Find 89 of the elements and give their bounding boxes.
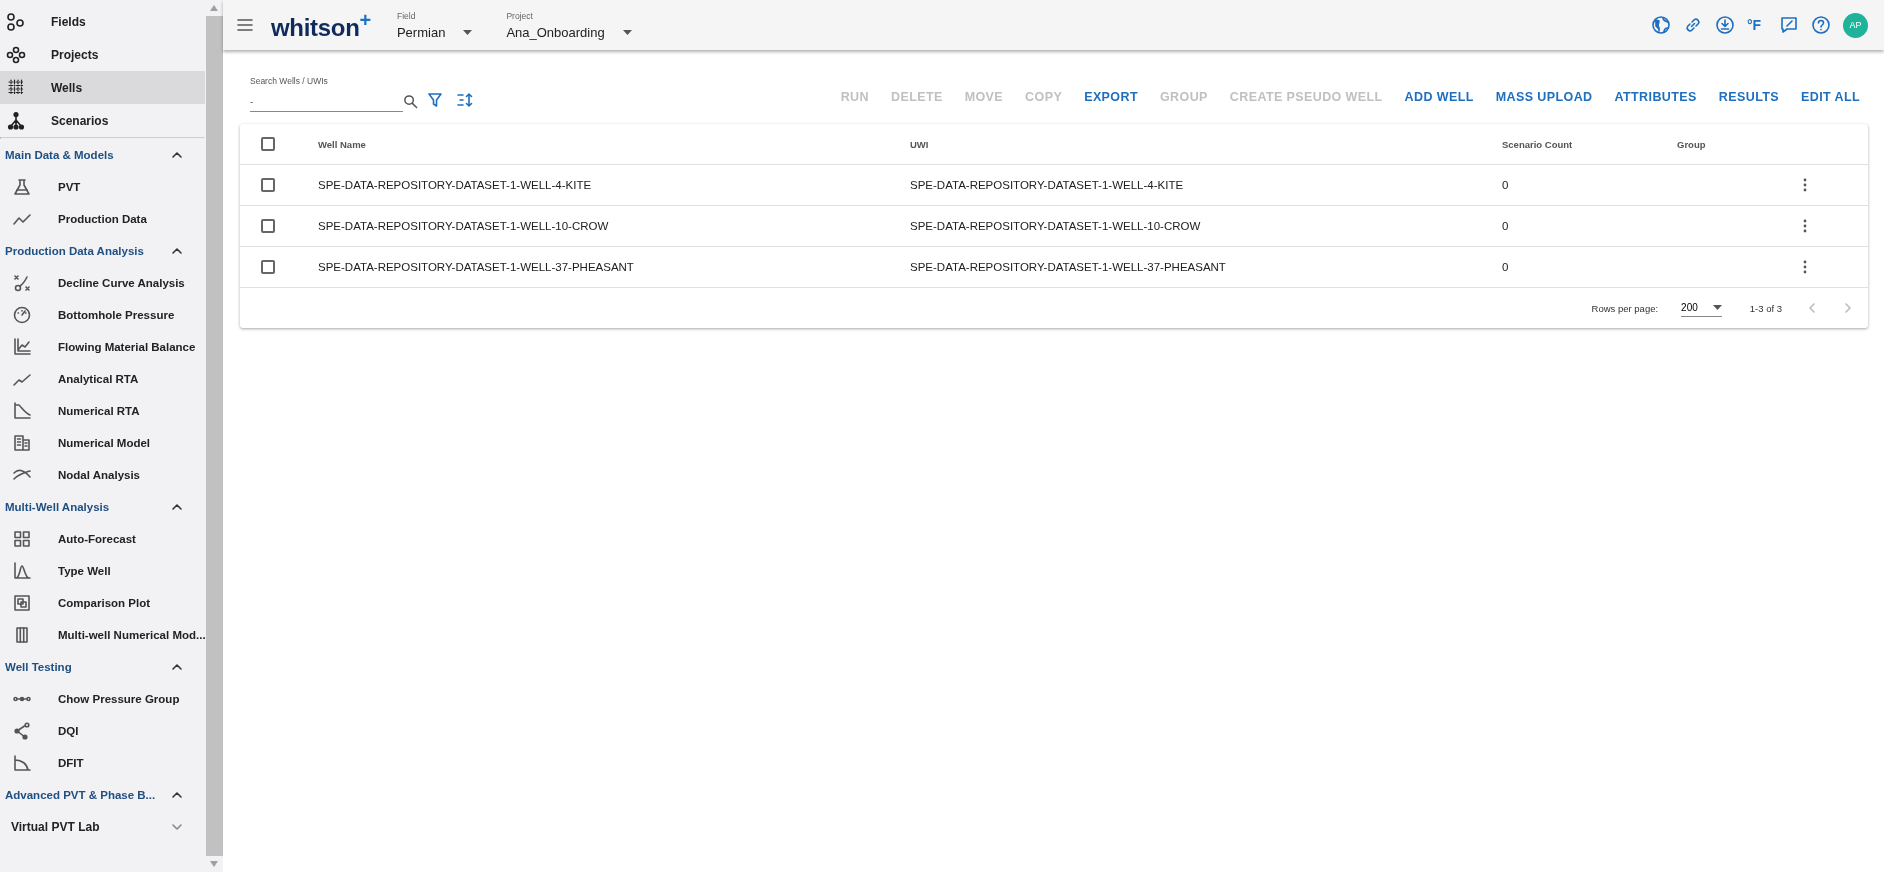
checkbox[interactable] (261, 219, 275, 233)
sidebar-item[interactable]: Comparison Plot (0, 587, 205, 619)
logo: whitson$^{+}$ (271, 8, 371, 42)
sidebar-item[interactable]: Projects (0, 38, 205, 71)
page-range: 1-3 of 3 (1749, 302, 1782, 314)
sidebar-section-header[interactable]: Well Testing (0, 651, 205, 683)
sidebar-item[interactable]: Auto-Forecast (0, 523, 205, 555)
more-options-icon[interactable] (1803, 219, 1807, 233)
column-header: Group (1677, 138, 1707, 150)
table-cell-text: SPE-DATA-REPOSITORY-DATASET-1-WELL-4-KITE (318, 179, 593, 191)
checkbox[interactable] (261, 260, 275, 274)
sidebar-item[interactable]: Nodal Analysis (0, 459, 205, 491)
table-cell-text: SPE-DATA-REPOSITORY-DATASET-1-WELL-4-KITE (910, 179, 1185, 191)
search-icon (403, 94, 418, 109)
table-cell-text: SPE-DATA-REPOSITORY-DATASET-1-WELL-10-CROW (318, 220, 610, 232)
unit-toggle[interactable]: °F (1747, 17, 1767, 33)
sidebar-section-header[interactable]: Main Data & Models (0, 139, 205, 171)
toolbar-button[interactable]: EDIT ALL (1793, 84, 1868, 110)
table-cell-text: 0 (1502, 179, 1510, 191)
table-cell-text: SPE-DATA-REPOSITORY-DATASET-1-WELL-10-CROW (910, 220, 1202, 232)
decline-curve-icon (12, 753, 32, 773)
link-icon[interactable] (1683, 15, 1703, 35)
sidebar-item[interactable]: Analytical RTA (0, 363, 205, 395)
curve-points-icon (12, 721, 32, 741)
sidebar-group[interactable]: Virtual PVT Lab (0, 811, 205, 843)
sidebar-section-header[interactable]: Advanced PVT & Phase B... (0, 779, 205, 811)
sidebar-item[interactable]: Decline Curve Analysis (0, 267, 205, 299)
toolbar-button[interactable]: MASS UPLOAD (1487, 84, 1601, 110)
sort-icon[interactable] (457, 92, 473, 108)
caret-icon (1712, 305, 1722, 310)
selector-label: Project (506, 10, 534, 21)
toolbar-button[interactable]: RESULTS (1710, 84, 1787, 110)
table-cell-text: 0 (1502, 261, 1510, 273)
checkbox[interactable] (261, 178, 275, 192)
decline-chart-icon (12, 401, 32, 421)
sidebar-item[interactable]: Bottomhole Pressure (0, 299, 205, 331)
sidebar-section-header[interactable]: Multi-Well Analysis (0, 491, 205, 523)
sidebar-item[interactable]: PVT (0, 171, 205, 203)
checkbox[interactable] (261, 137, 275, 151)
help-icon[interactable] (1811, 15, 1831, 35)
column-header: Scenario Count (1502, 138, 1574, 150)
table-cell-text: SPE-DATA-REPOSITORY-DATASET-1-WELL-37-PHEASANT (318, 261, 635, 273)
bell-curve-icon (12, 561, 32, 581)
sidebar-item[interactable]: Numerical Model (0, 427, 205, 459)
curve-crosses-icon (12, 273, 32, 293)
sidebar-item[interactable]: Numerical RTA (0, 395, 205, 427)
flask-icon (12, 177, 32, 197)
sidebar-item[interactable]: Production Data (0, 203, 205, 235)
building-icon (12, 433, 32, 453)
globe-icon[interactable] (1651, 15, 1671, 35)
chart-axes-icon (12, 337, 32, 357)
search-field[interactable]: - (250, 91, 403, 112)
sidebar-item[interactable]: Chow Pressure Group (0, 683, 205, 715)
overlap-squares-icon (12, 593, 32, 613)
sidebar-item[interactable]: Type Well (0, 555, 205, 587)
grid-icon (12, 529, 32, 549)
selector-label: Field (396, 10, 417, 21)
menu-icon[interactable] (237, 18, 253, 32)
rows-per-page-dropdown[interactable]: 200 (1681, 299, 1722, 317)
circles-icon (6, 11, 26, 32)
sidebar-item[interactable]: Flowing Material Balance (0, 331, 205, 363)
filter-icon[interactable] (427, 92, 443, 108)
dropdown[interactable]: Permian (396, 24, 473, 40)
field-label: Search Wells / UWIs (250, 76, 329, 86)
table-cell-text: SPE-DATA-REPOSITORY-DATASET-1-WELL-37-PHEASANT (910, 261, 1227, 273)
dropdown[interactable]: Ana_Onboarding (506, 24, 632, 40)
toolbar-button[interactable]: EXPORT (1076, 84, 1146, 110)
caret-icon (463, 29, 473, 35)
more-options-icon[interactable] (1803, 178, 1807, 192)
more-options-icon[interactable] (1803, 260, 1807, 274)
sidebar-item[interactable]: Scenarios (0, 104, 205, 137)
sidebar-section-header[interactable]: Production Data Analysis (0, 235, 205, 267)
rows-per-page-label: Rows per page: (1591, 302, 1659, 314)
toolbar-button[interactable]: ATTRIBUTES (1606, 84, 1705, 110)
download-icon[interactable] (1715, 15, 1735, 35)
column-header: Well Name (318, 138, 367, 150)
sidebar-item[interactable]: Fields (0, 5, 205, 38)
sidebar-item[interactable]: Wells (0, 71, 205, 104)
sidebar-item[interactable]: DFIT (0, 747, 205, 779)
branching-icon (6, 110, 26, 131)
caret-icon (622, 29, 632, 35)
gauge-icon (12, 305, 32, 325)
table-cell-text: 0 (1502, 220, 1510, 232)
sidebar-item[interactable]: DQI (0, 715, 205, 747)
circles-icon (6, 44, 26, 65)
toolbar-button[interactable]: ADD WELL (1396, 84, 1482, 110)
feedback-icon[interactable] (1779, 15, 1799, 35)
column-header: UWI (910, 138, 930, 150)
sidebar-item[interactable]: Multi-well Numerical Mod... (0, 619, 205, 651)
